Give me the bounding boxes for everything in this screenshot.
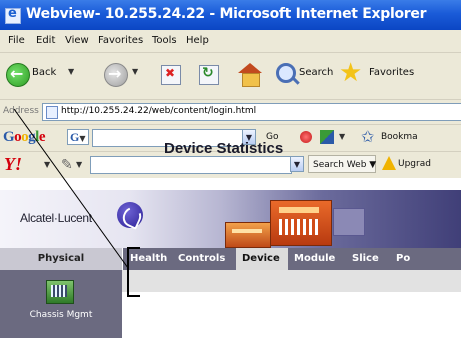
search-web-button[interactable]: Search Web ▼ (308, 155, 376, 173)
yahoo-logo[interactable]: Y! (4, 154, 22, 175)
brand-name: Alcatel·Lucent (20, 211, 92, 225)
menu-tools[interactable]: Tools (152, 35, 177, 46)
google-logo[interactable]: Google (3, 129, 46, 146)
google-bookmarks-button[interactable]: Bookma (381, 132, 418, 142)
left-nav: Chassis Mgmt (0, 270, 122, 338)
google-news-icon[interactable] (320, 130, 334, 144)
menu-bar: File Edit View Favorites Tools Help (0, 30, 461, 53)
tab-health[interactable]: Health (130, 253, 167, 264)
page-content: Alcatel·Lucent Physical Health Controls … (0, 178, 461, 338)
bookmarks-star-icon[interactable]: ✩ (361, 127, 374, 146)
tab-slice[interactable]: Slice (352, 253, 379, 264)
search-icon[interactable] (276, 63, 296, 83)
alcatel-lucent-logo-icon (117, 202, 143, 228)
header-banner: Alcatel·Lucent (0, 190, 461, 248)
home-base-icon[interactable] (242, 73, 260, 87)
chassis-mgmt-link[interactable]: Chassis Mgmt (0, 310, 122, 320)
menu-help[interactable]: Help (186, 35, 209, 46)
address-input[interactable]: http://10.255.24.22/web/content/login.ht… (42, 103, 461, 121)
yahoo-menu-dropdown-icon[interactable]: ▼ (44, 160, 50, 169)
sub-tab-bar (122, 270, 461, 292)
refresh-icon[interactable] (199, 65, 219, 85)
page-title: Device Statistics (164, 140, 284, 157)
back-icon[interactable] (6, 63, 30, 87)
standard-toolbar: Back ▼ ▼ Search ★ Favorites (0, 53, 461, 99)
favorites-star-icon[interactable]: ★ (339, 58, 362, 88)
pencil-icon[interactable]: ✎ (61, 157, 73, 173)
upgrade-button[interactable]: Upgrad (398, 159, 431, 169)
back-dropdown-icon[interactable]: ▼ (68, 67, 74, 76)
address-label: Address (3, 106, 39, 116)
page-icon (46, 106, 58, 119)
tab-device[interactable]: Device (236, 248, 288, 270)
ie-window: Webview- 10.255.24.22 - Microsoft Intern… (0, 0, 461, 338)
tab-module[interactable]: Module (294, 253, 335, 264)
address-url[interactable]: http://10.255.24.22/web/content/login.ht… (61, 106, 256, 116)
stop-icon[interactable] (161, 65, 181, 85)
menu-view[interactable]: View (65, 35, 89, 46)
menu-file[interactable]: File (8, 35, 25, 46)
search-button[interactable]: Search (299, 67, 333, 78)
equipment-image (225, 222, 271, 248)
google-pagerank-icon[interactable] (300, 131, 312, 143)
yahoo-search-input[interactable] (90, 156, 292, 174)
menu-favorites[interactable]: Favorites (98, 35, 143, 46)
google-g-button[interactable]: G▼ (67, 129, 89, 145)
warning-icon[interactable] (382, 156, 396, 170)
ie-logo-icon (5, 6, 21, 24)
tab-po[interactable]: Po (396, 253, 410, 264)
window-title: Webview- 10.255.24.22 - Microsoft Intern… (26, 6, 427, 22)
switch-chassis-image (270, 200, 332, 246)
forward-dropdown-icon[interactable]: ▼ (132, 67, 138, 76)
chassis-icon[interactable] (46, 280, 74, 304)
google-more-dropdown-icon[interactable]: ▼ (339, 132, 345, 141)
back-button[interactable]: Back (32, 67, 56, 78)
tab-controls[interactable]: Controls (178, 253, 225, 264)
yahoo-search-dropdown-icon[interactable]: ▼ (290, 156, 304, 172)
forward-icon[interactable] (104, 63, 128, 87)
menu-edit[interactable]: Edit (36, 35, 55, 46)
equipment-image-2 (333, 208, 365, 236)
title-bar[interactable]: Webview- 10.255.24.22 - Microsoft Intern… (0, 0, 461, 30)
pencil-dropdown-icon[interactable]: ▼ (76, 160, 82, 169)
favorites-button[interactable]: Favorites (369, 67, 414, 78)
home-icon[interactable] (238, 63, 262, 73)
address-bar: Address http://10.255.24.22/web/content/… (0, 99, 461, 124)
tab-physical[interactable]: Physical (0, 248, 123, 270)
nav-tabs: Physical Health Controls Device Module S… (0, 248, 461, 270)
